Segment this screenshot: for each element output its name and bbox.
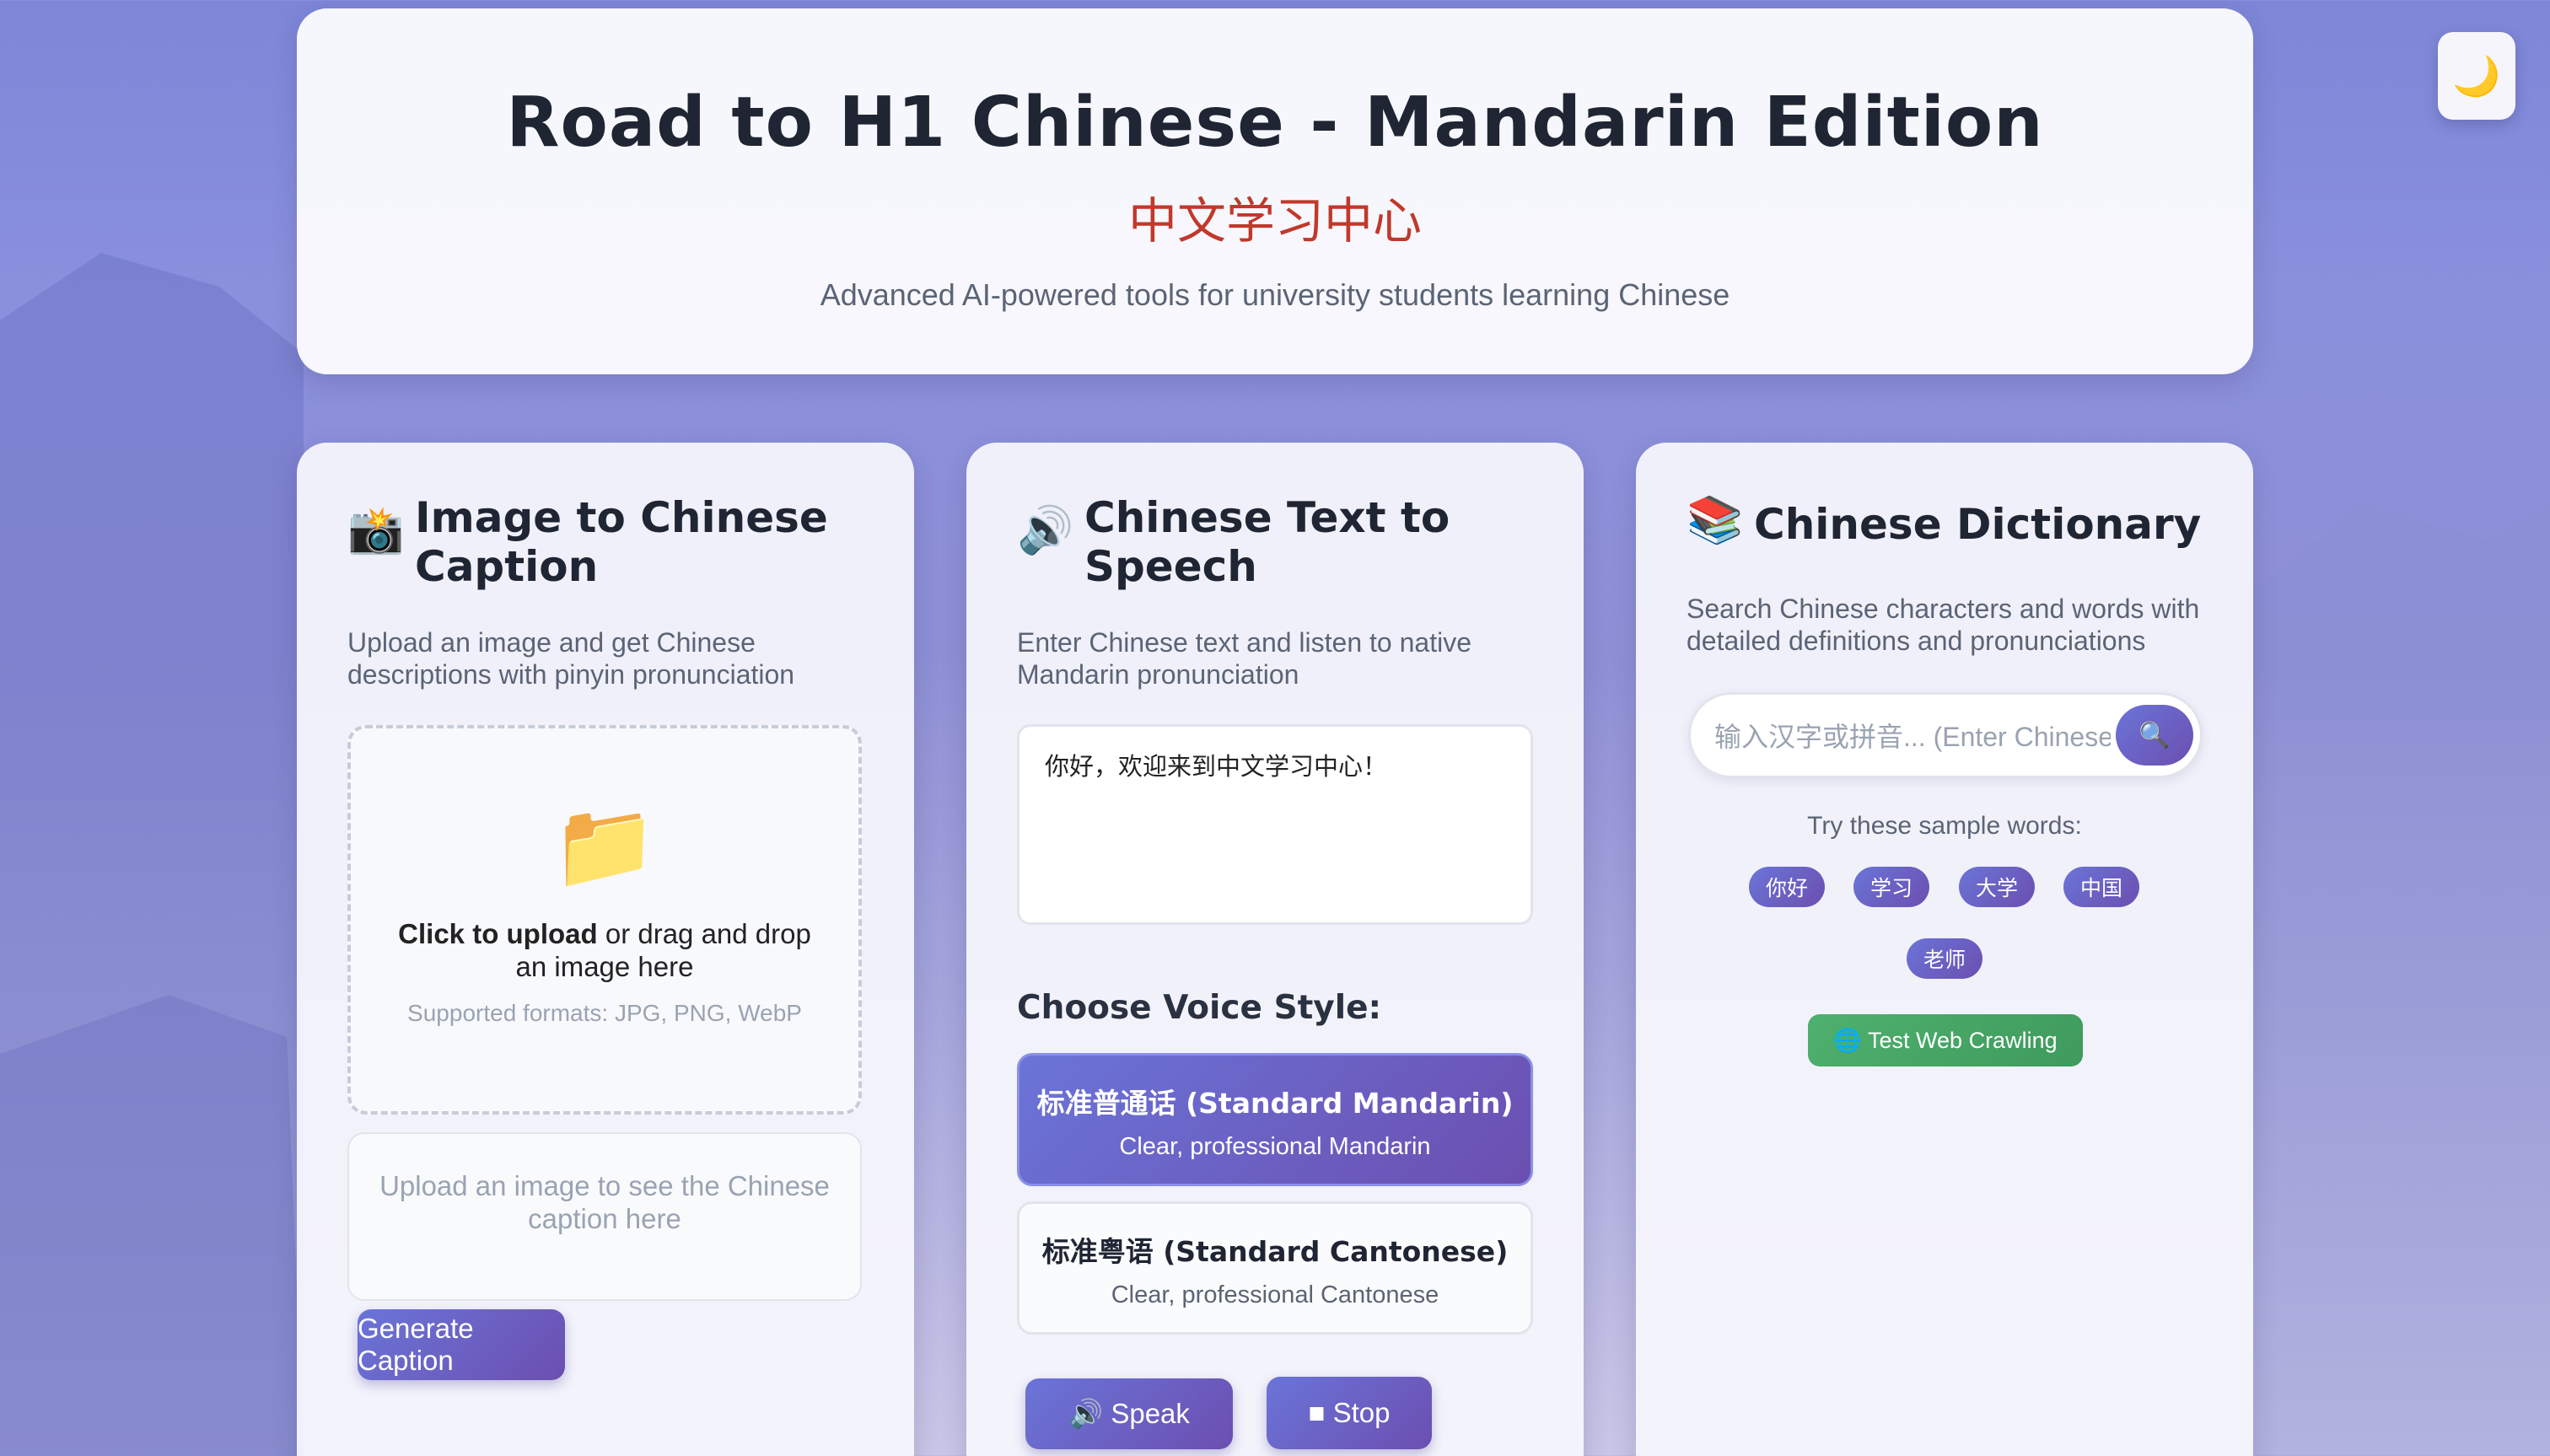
voice-option-cantonese[interactable]: 标准粤语 (Standard Cantonese) Clear, profess… (1017, 1201, 1533, 1335)
caption-card-description: Upload an image and get Chinese descript… (347, 627, 795, 690)
voice-option-desc: Clear, professional Mandarin (1119, 1133, 1431, 1160)
upload-click-text[interactable]: Click to upload (398, 918, 598, 949)
voice-option-name: 标准粤语 (Standard Cantonese) (1041, 1235, 1509, 1268)
dictionary-card-header: 📚 Chinese Dictionary (1687, 493, 2260, 549)
voice-option-name: 标准普通话 (Standard Mandarin) (1036, 1087, 1514, 1120)
folder-icon: 📁 (551, 796, 658, 895)
voice-option-mandarin[interactable]: 标准普通话 (Standard Mandarin) Clear, profess… (1017, 1053, 1533, 1186)
generate-caption-button[interactable]: Generate Caption (358, 1309, 565, 1380)
speaker-icon: 🔊 (1017, 503, 1074, 556)
page-subtitle-zh: 中文学习中心 (1127, 192, 1422, 250)
dictionary-search: 🔍 (1688, 692, 2203, 778)
header-panel: Road to H1 Chinese - Mandarin Edition 中文… (297, 8, 2253, 374)
upload-instructions: Click to upload or drag and drop an imag… (351, 917, 858, 983)
tts-card-header: 🔊 Chinese Text to Speech (1017, 493, 1557, 591)
caption-output: Upload an image to see the Chinese capti… (347, 1132, 862, 1301)
caption-card: 📸 Image to Chinese Caption Upload an ima… (297, 443, 914, 1456)
upload-formats: Supported formats: JPG, PNG, WebP (407, 1000, 802, 1026)
sample-word-chip[interactable]: 老师 (1907, 938, 1982, 979)
sample-word-chip[interactable]: 学习 (1853, 867, 1929, 907)
caption-card-header: 📸 Image to Chinese Caption (347, 493, 887, 591)
sample-words-heading: Try these sample words: (1807, 812, 2082, 840)
page-description: Advanced AI-powered tools for university… (820, 277, 1730, 312)
caption-card-title: Image to Chinese Caption (415, 493, 828, 591)
tts-card-title: Chinese Text to Speech (1084, 493, 1450, 591)
tts-text-input[interactable]: 你好，欢迎来到中文学习中心！ (1017, 724, 1533, 925)
page-title: Road to H1 Chinese - Mandarin Edition (506, 83, 2044, 163)
books-icon: 📚 (1687, 493, 1744, 546)
sample-word-chip[interactable]: 你好 (1749, 867, 1825, 907)
voice-style-heading: Choose Voice Style: (1017, 989, 1382, 1027)
dictionary-card-title: Chinese Dictionary (1754, 500, 2202, 549)
search-icon: 🔍 (2138, 720, 2171, 750)
stop-button[interactable]: ■ Stop (1267, 1377, 1432, 1449)
test-web-crawling-button[interactable]: 🌐 Test Web Crawling (1808, 1014, 2083, 1066)
theme-toggle-button[interactable]: 🌙 (2438, 32, 2515, 120)
search-button[interactable]: 🔍 (2116, 705, 2193, 766)
dictionary-card-description: Search Chinese characters and words with… (1687, 594, 2200, 656)
image-upload-dropzone[interactable]: 📁 Click to upload or drag and drop an im… (347, 725, 862, 1115)
sample-word-chip[interactable]: 中国 (2063, 867, 2139, 907)
moon-icon: 🌙 (2452, 52, 2501, 99)
tts-card-description: Enter Chinese text and listen to native … (1017, 627, 1471, 690)
sample-word-chip[interactable]: 大学 (1959, 867, 2035, 907)
camera-icon: 📸 (347, 503, 405, 556)
voice-option-desc: Clear, professional Cantonese (1111, 1281, 1439, 1308)
tts-card: 🔊 Chinese Text to Speech Enter Chinese t… (966, 443, 1584, 1456)
dictionary-card: 📚 Chinese Dictionary Search Chinese char… (1636, 443, 2253, 1456)
speak-button[interactable]: 🔊 Speak (1025, 1378, 1233, 1449)
dictionary-search-input[interactable] (1714, 715, 2111, 759)
